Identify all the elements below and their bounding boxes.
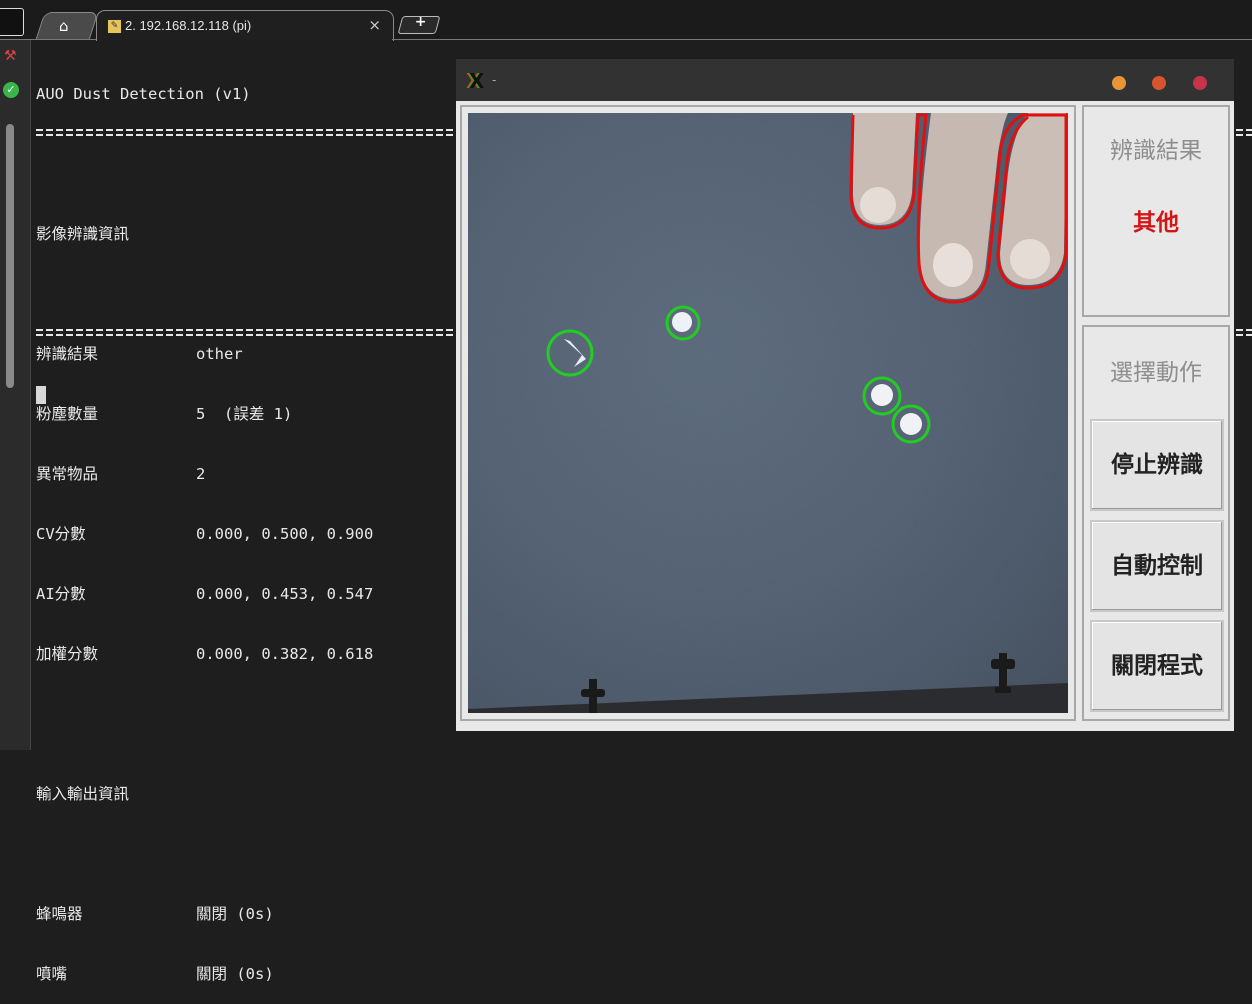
result-label: 辨識結果: [1110, 138, 1202, 164]
vision-key: 加權分數: [36, 645, 99, 663]
vision-value: other: [196, 345, 243, 363]
detection-overlay: [468, 113, 1068, 713]
vision-value: 5 (誤差 1): [196, 405, 293, 423]
vision-value: 2: [196, 465, 206, 483]
close-program-button[interactable]: 關閉程式: [1090, 620, 1224, 712]
vision-key: 粉塵數量: [36, 405, 99, 423]
vision-key: 辨識結果: [36, 345, 99, 363]
maximize-button[interactable]: [1152, 76, 1166, 90]
vision-key: CV分數: [36, 525, 86, 543]
vision-value: 0.000, 0.500, 0.900: [196, 525, 374, 543]
stop-detection-button[interactable]: 停止辨識: [1090, 419, 1224, 511]
io-value: 關閉 (0s): [196, 905, 274, 923]
key-icon: ✎: [107, 19, 122, 34]
scrollbar[interactable]: [6, 124, 14, 388]
vision-key: AI分數: [36, 585, 86, 603]
section-title-vision: 影像辨識資訊: [36, 225, 130, 243]
tab-bar: ⌂ ✎ 2. 192.168.12.118 (pi) × +: [0, 0, 1252, 41]
camera-view: [468, 113, 1068, 713]
menu-box[interactable]: [0, 8, 24, 36]
vision-value: 0.000, 0.382, 0.618: [196, 645, 374, 663]
minimize-button[interactable]: [1112, 76, 1126, 90]
new-tab-button[interactable]: +: [397, 14, 441, 34]
window-titlebar[interactable]: XXX -: [456, 59, 1234, 101]
vision-value: 0.000, 0.453, 0.547: [196, 585, 374, 603]
x11-app-window: XXX - 辨識結果 其他 選擇動作 停止辨識 自動控制 關閉程式: [456, 59, 1234, 731]
io-key: 噴嘴: [36, 965, 68, 983]
tab-home[interactable]: ⌂: [35, 12, 99, 40]
tab-label: 2. 192.168.12.118 (pi): [125, 18, 252, 33]
vision-key: 異常物品: [36, 465, 99, 483]
camera-frame: [460, 105, 1076, 721]
tab-ssh-session[interactable]: ✎ 2. 192.168.12.118 (pi) ×: [96, 10, 394, 41]
io-key: 蜂鳴器: [36, 905, 83, 923]
terminal-output: AUO Dust Detection (v1) 影像辨識資訊 辨識結果 other…: [36, 44, 373, 1004]
io-value: 關閉 (0s): [196, 965, 274, 983]
tab-underline: [392, 39, 1252, 40]
x11-logo-icon: XXX: [466, 69, 485, 93]
close-tab-icon[interactable]: ×: [368, 16, 381, 34]
window-content: 辨識結果 其他 選擇動作 停止辨識 自動控制 關閉程式: [456, 101, 1234, 731]
home-icon: ⌂: [59, 17, 69, 35]
action-label: 選擇動作: [1110, 360, 1202, 386]
checkmark-icon[interactable]: ✓: [3, 82, 19, 98]
terminal-cursor: [36, 386, 46, 404]
result-value: 其他: [1133, 210, 1179, 236]
tools-icon[interactable]: ⚒: [4, 48, 24, 70]
app-title: AUO Dust Detection (v1): [36, 85, 251, 103]
plus-icon: +: [414, 14, 427, 30]
window-title: -: [492, 73, 497, 87]
auto-control-button[interactable]: 自動控制: [1090, 520, 1224, 612]
close-window-button[interactable]: [1193, 76, 1207, 90]
section-title-io: 輸入輸出資訊: [36, 785, 130, 803]
action-panel: 選擇動作 停止辨識 自動控制 關閉程式: [1082, 325, 1230, 721]
result-panel: 辨識結果 其他: [1082, 105, 1230, 317]
side-toolbar: ⚒ ✓: [0, 40, 31, 750]
